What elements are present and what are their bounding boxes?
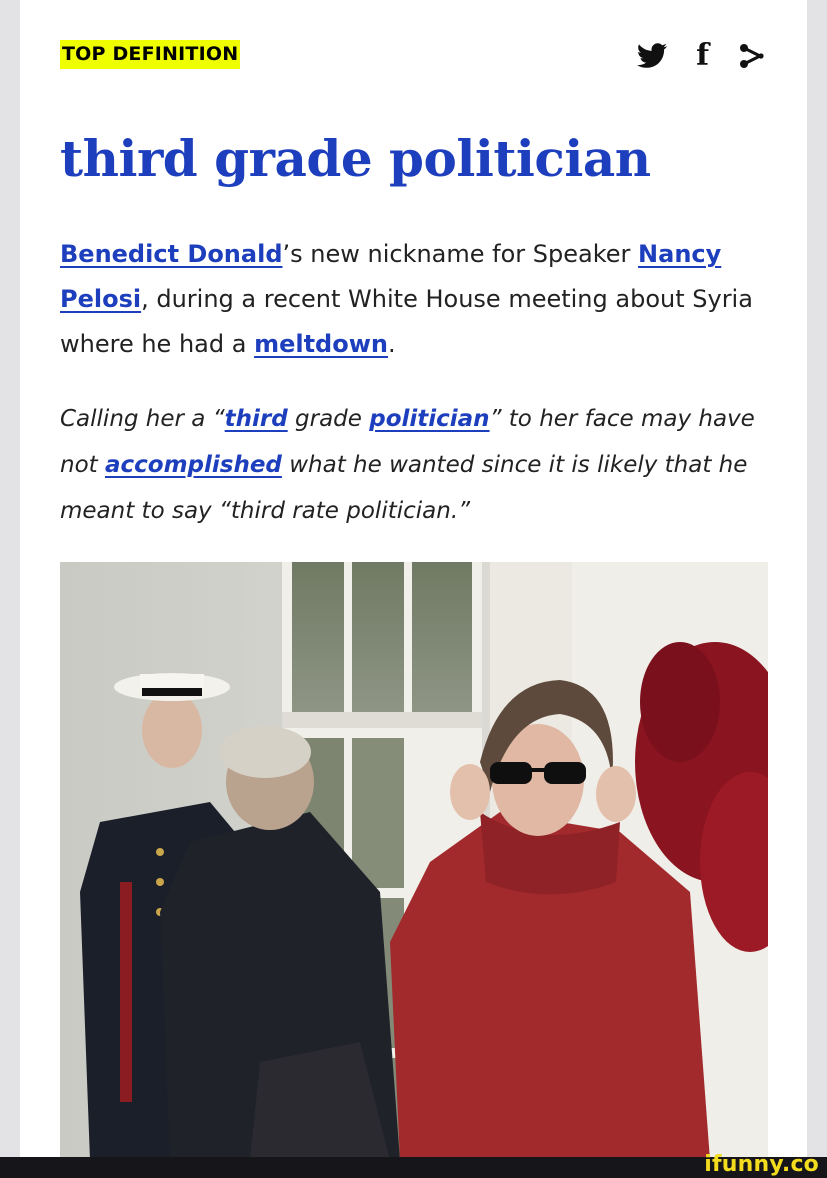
top-definition-badge: TOP DEFINITION [60,40,241,69]
link-benedict-donald[interactable]: Benedict Donald [60,240,283,268]
share-icon[interactable] [737,41,767,71]
share-bar: f [636,36,767,76]
twitter-icon[interactable] [636,42,668,70]
link-politician[interactable]: politician [369,406,489,432]
footer-bar [0,1157,827,1178]
definition-meaning: Benedict Donald’s new nickname for Speak… [60,232,780,367]
ifunny-watermark: ifunny.co [704,1152,819,1177]
meaning-text-2: , during a recent White House meeting ab… [60,285,753,358]
facebook-icon[interactable]: f [696,41,709,71]
definition-example: Calling her a “third grade politician” t… [60,396,780,534]
facebook-glyph: f [696,38,709,73]
link-accomplished[interactable]: accomplished [105,452,282,478]
meaning-text-1: ’s new nickname for Speaker [282,240,639,268]
example-text-2: grade [287,406,370,432]
definition-card: TOP DEFINITION f third grade politician … [20,0,807,1160]
example-text-1: Calling her a “ [60,406,225,432]
word-title[interactable]: third grade politician [60,124,651,194]
link-third[interactable]: third [225,406,288,432]
meaning-text-3: . [387,330,396,358]
link-meltdown[interactable]: meltdown [254,330,388,358]
gif-image [60,562,768,1160]
